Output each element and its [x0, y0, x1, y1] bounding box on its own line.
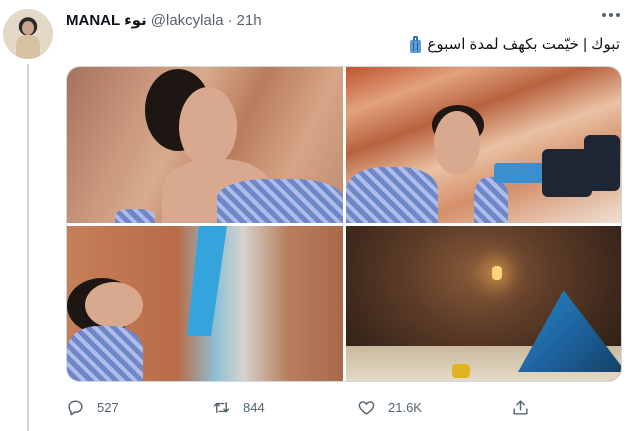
photo-backpack — [584, 135, 620, 191]
tweet[interactable]: MANAL نوء @lakcylala · 21h تبوك | خيّمت … — [0, 0, 636, 431]
more-icon[interactable] — [602, 12, 620, 18]
avatar-figure — [16, 35, 40, 59]
photo-4[interactable] — [346, 226, 621, 381]
luggage-case — [410, 39, 422, 53]
retweet-button[interactable]: 844 — [212, 396, 265, 418]
photo-lantern — [492, 266, 502, 280]
photo-dress — [346, 167, 438, 223]
retweet-count: 844 — [243, 399, 265, 415]
photo-dress — [217, 179, 343, 223]
photo-face — [179, 87, 237, 167]
reply-count: 527 — [97, 399, 119, 415]
thread-line — [27, 64, 29, 431]
photo-bag — [452, 364, 470, 378]
tweet-text-row: تبوك | خيّمت بكهف لمدة اسبوع — [380, 34, 620, 54]
luggage-handle — [413, 35, 419, 41]
share-icon — [513, 399, 528, 415]
tweet-text: تبوك | خيّمت بكهف لمدة اسبوع — [427, 36, 620, 53]
more-dot — [616, 13, 620, 17]
tweet-header: MANAL نوء @lakcylala · 21h — [66, 10, 262, 30]
user-handle[interactable]: @lakcylala — [151, 12, 224, 29]
media-grid — [66, 66, 622, 382]
like-button[interactable]: 21.6K — [357, 396, 422, 418]
photo-2[interactable] — [346, 67, 621, 223]
separator-dot: · — [227, 11, 233, 29]
more-dot — [602, 13, 606, 17]
avatar-face — [22, 21, 34, 35]
retweet-icon — [213, 401, 230, 413]
photo-sky — [187, 226, 227, 336]
reply-icon — [68, 399, 83, 415]
heart-icon — [358, 400, 375, 415]
share-button[interactable] — [511, 396, 530, 418]
photo-face — [434, 111, 480, 175]
action-bar: 527 844 21.6K — [66, 396, 536, 418]
photo-face — [85, 282, 143, 328]
avatar[interactable] — [3, 9, 53, 59]
display-name[interactable]: MANAL نوء — [66, 11, 147, 29]
photo-1[interactable] — [67, 67, 343, 223]
photo-3[interactable] — [67, 226, 343, 381]
more-dot — [609, 13, 613, 17]
luggage-stripe — [413, 41, 415, 51]
photo-sleeping-mat — [494, 163, 544, 183]
photo-dress-sleeve — [474, 177, 508, 223]
timestamp[interactable]: 21h — [237, 12, 262, 29]
photo-dress — [67, 326, 143, 381]
reply-button[interactable]: 527 — [66, 396, 119, 418]
like-count: 21.6K — [388, 399, 422, 415]
luggage-stripe — [417, 41, 419, 51]
photo-dress-sleeve — [115, 209, 155, 223]
luggage-icon — [409, 35, 422, 53]
